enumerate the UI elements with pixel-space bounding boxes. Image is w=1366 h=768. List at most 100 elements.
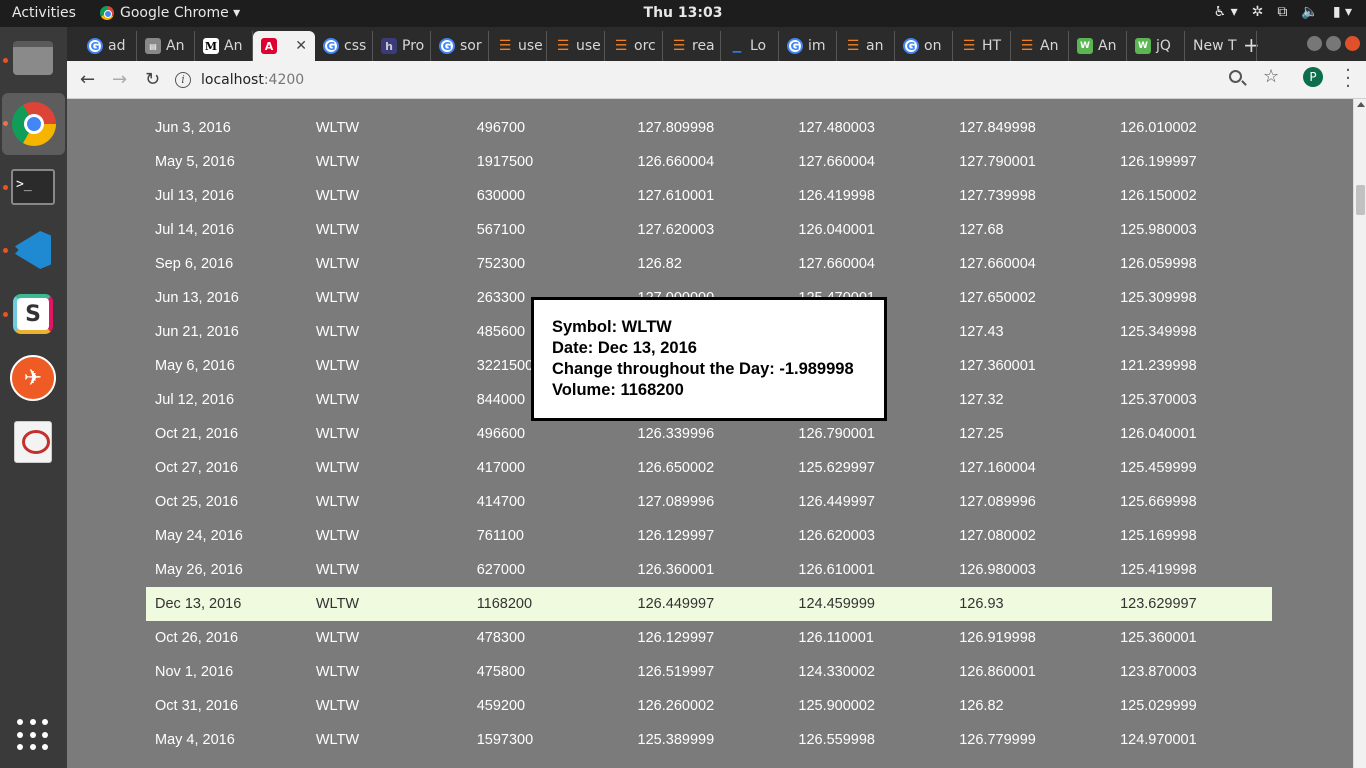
table-row[interactable]: Oct 21, 2016 WLTW 496600 126.339996 126.7900…: [146, 417, 1272, 451]
system-top-bar: Activities Google Chrome ▾ Thu 13:03 ♿ ▾…: [0, 0, 1366, 27]
close-cell: 126.620003: [798, 528, 875, 544]
symbol-cell: WLTW: [315, 120, 360, 136]
table-row[interactable]: Jul 14, 2016 WLTW 567100 127.620003 126.0400…: [146, 213, 1272, 247]
low-cell: 125.349998: [1120, 324, 1197, 340]
back-arrow-icon[interactable]: ←: [80, 69, 95, 90]
dock-document-viewer[interactable]: [10, 419, 56, 465]
table-row[interactable]: Jun 3, 2016 WLTW 496700 127.809998 127.48000…: [146, 111, 1272, 145]
browser-tab[interactable]: Gon: [895, 31, 953, 61]
dock-slack[interactable]: S: [10, 291, 56, 337]
browser-tab[interactable]: ☰ orc: [605, 31, 663, 61]
stackoverflow-icon: ☰: [498, 38, 512, 54]
browser-tab[interactable]: ▁ Lo: [721, 31, 779, 61]
dock-postman[interactable]: ✈: [10, 355, 56, 401]
bookmark-star-icon[interactable]: ☆: [1263, 66, 1279, 87]
symbol-cell: WLTW: [315, 630, 360, 646]
table-row[interactable]: Oct 26, 2016 WLTW 478300 126.129997 126.1100…: [146, 621, 1272, 655]
minimize-icon[interactable]: [1307, 36, 1322, 51]
app-menu[interactable]: Google Chrome ▾: [100, 5, 240, 21]
tab-label: orc: [634, 38, 656, 54]
close-window-icon[interactable]: [1345, 36, 1360, 51]
browser-tab[interactable]: ☰ rea: [663, 31, 721, 61]
maximize-icon[interactable]: [1326, 36, 1341, 51]
accessibility-icon[interactable]: ♿ ▾: [1214, 4, 1238, 20]
table-row[interactable]: Sep 6, 2016 WLTW 752300 126.82 127.660004 127…: [146, 247, 1272, 281]
google-icon: G: [787, 38, 803, 54]
browser-tab[interactable]: ☰ use: [547, 31, 605, 61]
high-cell: 126.82: [959, 698, 1004, 714]
close-tab-icon[interactable]: ✕: [295, 38, 307, 54]
settings-gear-icon[interactable]: ✲: [1252, 4, 1264, 20]
volume-cell: 752300: [476, 256, 526, 272]
profile-avatar[interactable]: P: [1303, 67, 1323, 87]
table-row[interactable]: May 5, 2016 WLTW 1917500 126.660004 127.6600…: [146, 145, 1272, 179]
browser-tab[interactable]: ☰ HT: [953, 31, 1011, 61]
dock-vscode[interactable]: [10, 227, 56, 273]
dock-chrome[interactable]: [2, 93, 65, 155]
tab-label: An: [224, 38, 243, 54]
browser-tab[interactable]: h Pro: [373, 31, 431, 61]
dock: >_ S ✈: [0, 27, 67, 768]
tooltip-change: Change throughout the Day: -1.989998: [552, 360, 854, 378]
row-tooltip: Symbol: WLTW Date: Dec 13, 2016 Change t…: [531, 297, 887, 421]
activities-button[interactable]: Activities: [12, 5, 76, 21]
scroll-up-arrow-icon[interactable]: [1357, 102, 1365, 107]
browser-tab[interactable]: W An: [1069, 31, 1127, 61]
clock[interactable]: Thu 13:03: [644, 5, 723, 21]
volume-cell: 459200: [476, 698, 526, 714]
table-row[interactable]: Jul 13, 2016 WLTW 630000 127.610001 126.4199…: [146, 179, 1272, 213]
site-info-icon[interactable]: i: [175, 72, 191, 88]
google-icon: G: [903, 38, 919, 54]
chrome-icon: [11, 102, 56, 146]
close-cell: 126.790001: [798, 426, 875, 442]
symbol-cell: WLTW: [315, 494, 360, 510]
scrollbar-thumb[interactable]: [1356, 185, 1365, 215]
browser-tab[interactable]: ☰ use: [489, 31, 547, 61]
dock-files[interactable]: [10, 35, 56, 81]
volume-icon[interactable]: 🔈: [1301, 4, 1318, 20]
high-cell: 127.650002: [959, 290, 1036, 306]
table-row[interactable]: May 26, 2016 WLTW 627000 126.360001 126.6100…: [146, 553, 1272, 587]
reload-icon[interactable]: ↻: [145, 69, 160, 90]
close-cell: 125.900002: [798, 698, 875, 714]
battery-icon[interactable]: ▮ ▾: [1333, 4, 1352, 20]
chrome-menu-icon[interactable]: · · ·: [1345, 62, 1351, 96]
open-cell: 126.339996: [637, 426, 715, 442]
high-cell: 126.779999: [959, 732, 1036, 748]
forward-arrow-icon[interactable]: →: [112, 69, 127, 90]
network-icon[interactable]: ⧉: [1277, 4, 1287, 20]
zoom-icon[interactable]: [1229, 70, 1242, 83]
table-row[interactable]: May 24, 2016 WLTW 761100 126.129997 126.6200…: [146, 519, 1272, 553]
table-row[interactable]: Oct 31, 2016 WLTW 459200 126.260002 125.9000…: [146, 689, 1272, 723]
table-row[interactable]: Dec 13, 2016 WLTW 1168200 126.449997 124.459…: [146, 587, 1272, 621]
open-cell: 126.650002: [637, 460, 715, 476]
symbol-cell: WLTW: [315, 528, 360, 544]
address-bar[interactable]: i localhost:4200: [175, 67, 1315, 93]
browser-tab[interactable]: WjQ: [1127, 31, 1185, 61]
browser-tab[interactable]: M An: [195, 31, 253, 61]
browser-tab[interactable]: Gsor: [431, 31, 489, 61]
volume-cell: 414700: [476, 494, 526, 510]
vertical-scrollbar[interactable]: [1353, 99, 1366, 768]
stock-table: Jun 3, 2016 WLTW 496700 127.809998 127.48000…: [146, 111, 1272, 757]
table-row[interactable]: Oct 25, 2016 WLTW 414700 127.089996 126.4499…: [146, 485, 1272, 519]
browser-tab[interactable]: Gad: [79, 31, 137, 61]
browser-tab[interactable]: ☰ an: [837, 31, 895, 61]
date-cell: Jun 3, 2016: [155, 120, 231, 136]
table-row[interactable]: Nov 1, 2016 WLTW 475800 126.519997 124.33000…: [146, 655, 1272, 689]
browser-tab[interactable]: Gim: [779, 31, 837, 61]
browser-tab[interactable]: ▤ An: [137, 31, 195, 61]
browser-tab[interactable]: Gcss: [315, 31, 373, 61]
tab-label: css: [344, 38, 367, 54]
table-row[interactable]: Oct 27, 2016 WLTW 417000 126.650002 125.6299…: [146, 451, 1272, 485]
browser-tab[interactable]: New T: [1185, 31, 1257, 61]
dock-terminal[interactable]: >_: [10, 164, 56, 210]
stackoverflow-icon: ☰: [1020, 38, 1034, 54]
running-indicator: [3, 185, 8, 190]
show-applications-icon[interactable]: [17, 719, 49, 751]
browser-tab[interactable]: ☰ An: [1011, 31, 1069, 61]
table-row[interactable]: May 4, 2016 WLTW 1597300 125.389999 126.5599…: [146, 723, 1272, 757]
files-icon: [13, 41, 53, 75]
browser-tab[interactable]: A ✕: [253, 31, 315, 61]
stackoverflow-icon: ☰: [556, 38, 570, 54]
